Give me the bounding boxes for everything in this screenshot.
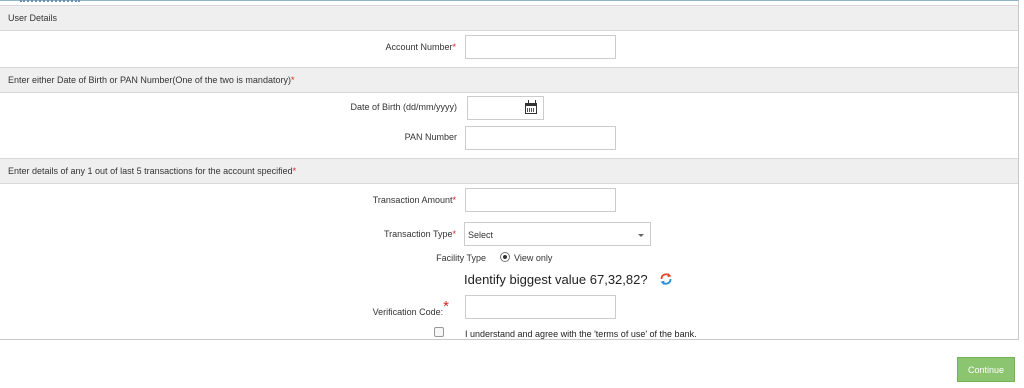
section-title: Enter details of any 1 out of last 5 tra… <box>8 166 293 176</box>
calendar-icon[interactable] <box>525 100 537 114</box>
required-mark: * <box>452 195 456 205</box>
section-header-dob-pan: Enter either Date of Birth or PAN Number… <box>0 67 1018 93</box>
transaction-type-select[interactable]: Select <box>464 222 651 246</box>
dob-label: Date of Birth (dd/mm/yyyy) <box>350 102 457 112</box>
transaction-amount-input[interactable] <box>465 188 616 212</box>
facility-option-label: View only <box>514 253 553 263</box>
label-text: Transaction Amount <box>372 195 453 205</box>
section-header-user-details: User Details <box>0 5 1018 31</box>
account-number-input[interactable] <box>465 35 616 59</box>
dob-date-input[interactable] <box>467 96 544 120</box>
label-text: Transaction Type <box>383 229 453 239</box>
required-mark: * <box>443 298 449 315</box>
label-text: PAN Number <box>404 132 457 142</box>
verification-code-input[interactable] <box>465 295 616 319</box>
section-title: Enter either Date of Birth or PAN Number… <box>8 75 291 85</box>
label-text: Date of Birth (dd/mm/yyyy) <box>350 102 457 112</box>
account-number-label: Account Number* <box>385 42 456 52</box>
chevron-down-icon <box>638 234 644 237</box>
pan-number-input[interactable] <box>465 126 616 150</box>
section-header-transactions: Enter details of any 1 out of last 5 tra… <box>0 158 1018 184</box>
transaction-amount-label: Transaction Amount* <box>373 195 456 205</box>
required-mark: * <box>290 75 295 85</box>
facility-type-label: Facility Type <box>436 253 486 263</box>
top-edge-fragment <box>20 0 80 2</box>
captcha-question: Identify biggest value 67,32,82? <box>464 272 648 287</box>
required-mark: * <box>452 42 456 52</box>
continue-button[interactable]: Continue <box>957 357 1015 382</box>
section-title: User Details <box>8 13 58 23</box>
facility-view-only-radio[interactable] <box>500 252 510 262</box>
form-panel: User Details Account Number* Enter eithe… <box>0 0 1019 340</box>
required-mark: * <box>452 229 456 239</box>
transaction-type-label: Transaction Type* <box>384 229 456 239</box>
select-value: Select <box>468 230 494 240</box>
refresh-icon[interactable] <box>659 272 673 286</box>
pan-number-label: PAN Number <box>405 132 457 142</box>
label-text: Account Number <box>385 42 453 52</box>
label-text: Verification Code: <box>372 307 444 317</box>
terms-label: I understand and agree with the 'terms o… <box>465 329 697 339</box>
terms-checkbox[interactable] <box>434 327 444 337</box>
required-mark: * <box>292 166 297 176</box>
label-text: Facility Type <box>436 253 486 263</box>
verification-code-label: Verification Code:* <box>372 298 449 319</box>
